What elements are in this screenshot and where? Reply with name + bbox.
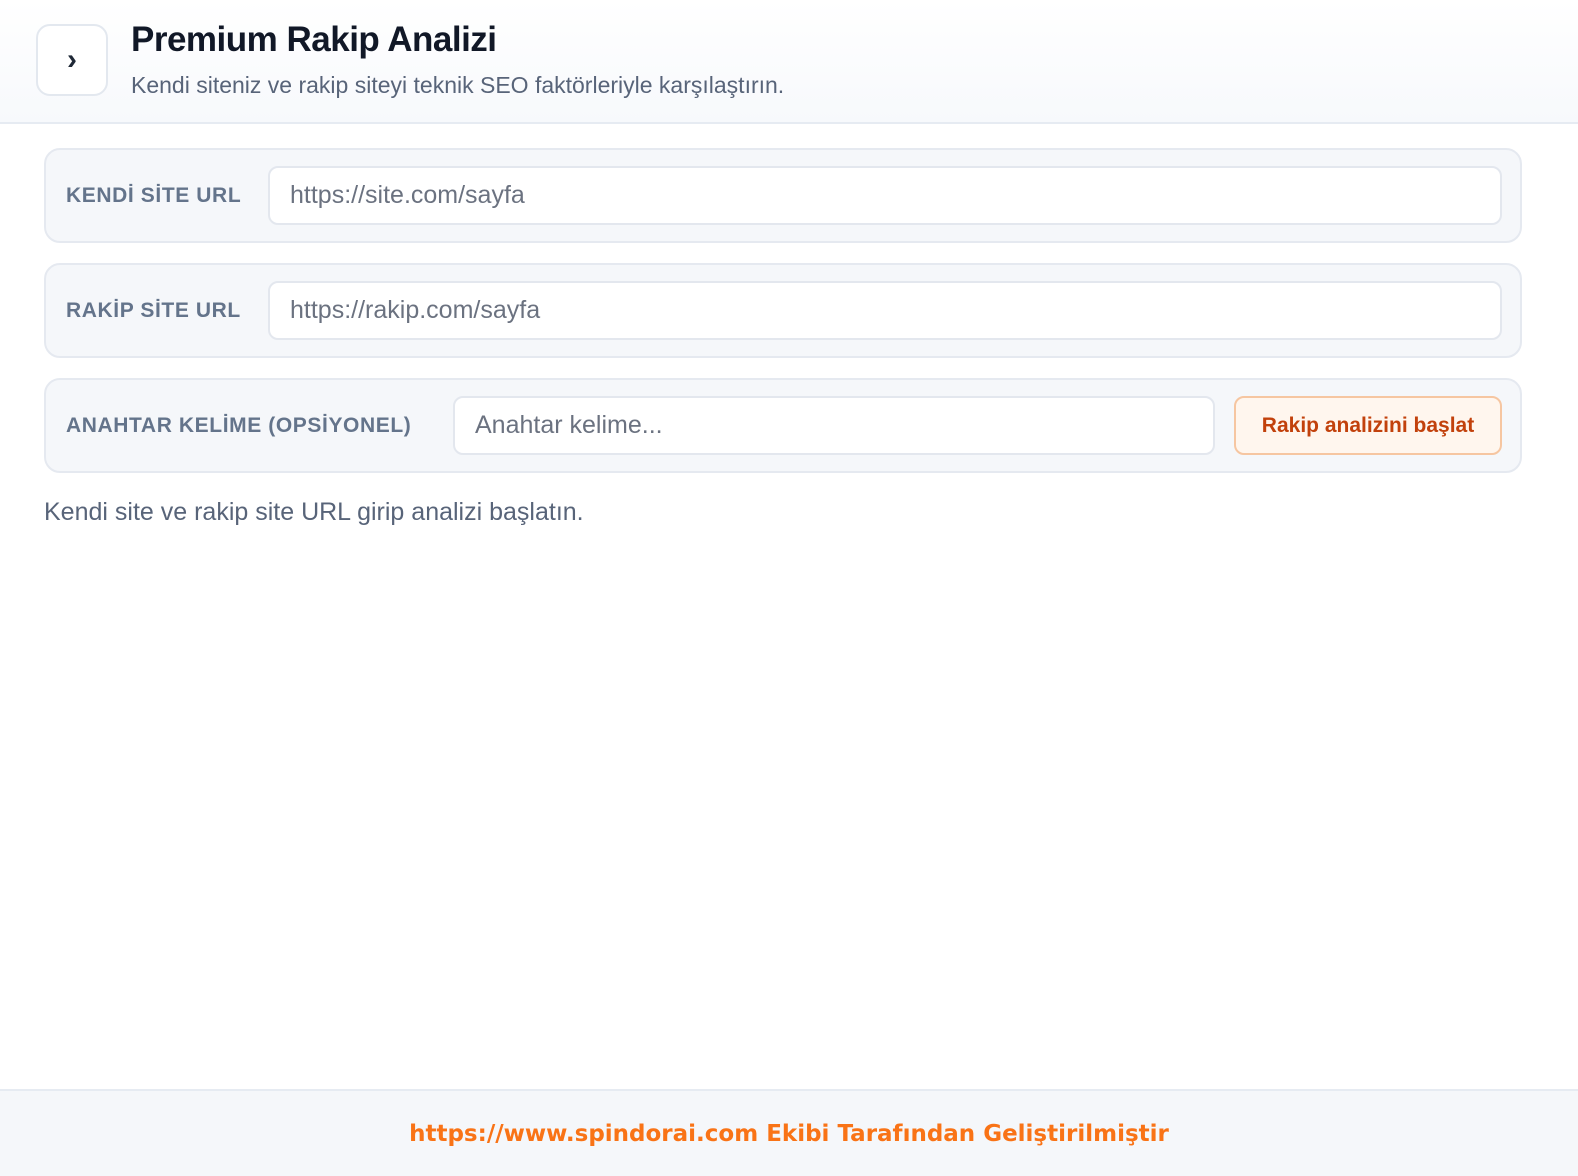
page-title: Premium Rakip Analizi [131, 20, 497, 59]
keyword-input[interactable] [453, 396, 1215, 455]
footer-credit-link[interactable]: https://www.spindorai.com Ekibi Tarafınd… [409, 1121, 1169, 1147]
keyword-label: ANAHTAR KELİME (OPSİYONEL) [66, 413, 412, 437]
chevron-right-icon: › [67, 43, 77, 76]
sidebar-toggle-button[interactable]: › [36, 24, 108, 96]
competitor-site-url-input[interactable] [268, 281, 1502, 340]
page-subtitle: Kendi siteniz ve rakip siteyi teknik SEO… [131, 72, 785, 98]
competitor-site-card: RAKİP SİTE URL [44, 263, 1522, 358]
own-site-url-input[interactable] [268, 166, 1502, 225]
page-header: › Premium Rakip Analizi Kendi siteniz ve… [0, 0, 1578, 124]
status-hint: Kendi site ve rakip site URL girip anali… [44, 498, 584, 526]
own-site-label: KENDİ SİTE URL [66, 183, 242, 207]
competitor-site-label: RAKİP SİTE URL [66, 298, 241, 322]
keyword-card: ANAHTAR KELİME (OPSİYONEL) Rakip analizi… [44, 378, 1522, 473]
own-site-card: KENDİ SİTE URL [44, 148, 1522, 243]
page-footer: https://www.spindorai.com Ekibi Tarafınd… [0, 1089, 1578, 1176]
start-analysis-button[interactable]: Rakip analizini başlat [1234, 396, 1502, 455]
